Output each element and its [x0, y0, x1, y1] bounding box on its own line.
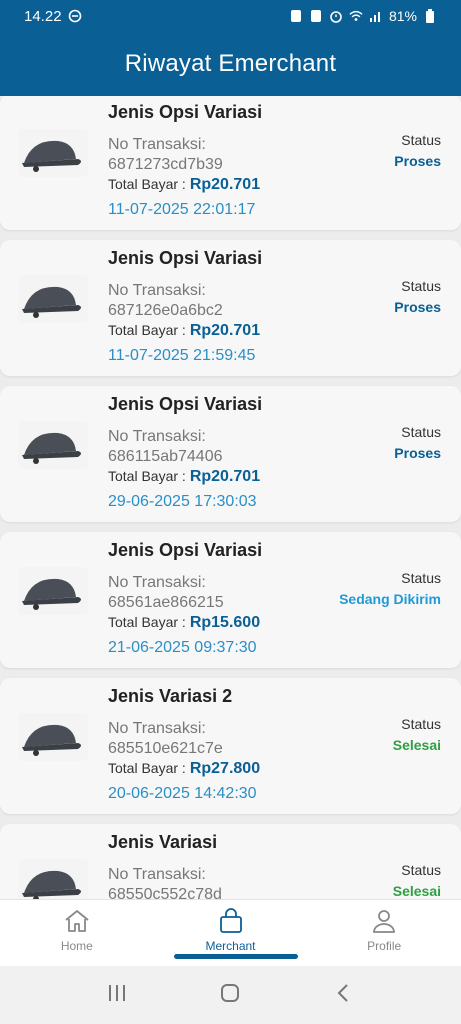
- shopping-bag-icon: [217, 908, 245, 937]
- transaction-card[interactable]: Jenis Opsi Variasi No Transaksi: 686115a…: [0, 386, 461, 522]
- transaction-date: 20-06-2025 14:42:30: [108, 785, 257, 802]
- trx-label: No Transaksi:: [108, 720, 206, 737]
- app-icon: [309, 9, 323, 23]
- total-row: Total Bayar : Rp27.800: [108, 760, 260, 778]
- total-label: Total Bayar :: [108, 614, 186, 630]
- transaction-card[interactable]: Jenis Opsi Variasi No Transaksi: 68561ae…: [0, 532, 461, 668]
- active-tab-indicator: [173, 954, 298, 959]
- page-title: Riwayat Emerchant: [124, 50, 337, 77]
- total-label: Total Bayar :: [108, 322, 186, 338]
- product-thumbnail: [18, 567, 88, 615]
- nav-merchant[interactable]: Merchant: [154, 900, 308, 966]
- back-icon[interactable]: [333, 982, 355, 1009]
- status-label: Status: [401, 278, 441, 294]
- trx-id: 687126e0a6bc2: [108, 302, 223, 319]
- status-label: Status: [401, 132, 441, 148]
- battery-icon: [423, 9, 437, 23]
- wifi-icon: [349, 9, 363, 23]
- product-thumbnail: [18, 859, 88, 899]
- status-label: Status: [401, 424, 441, 440]
- app-header: Riwayat Emerchant: [0, 32, 461, 96]
- battery-percent: 81%: [388, 8, 417, 24]
- trx-label: No Transaksi:: [108, 866, 206, 883]
- trx-label: No Transaksi:: [108, 428, 206, 445]
- total-row: Total Bayar : Rp15.600: [108, 614, 260, 632]
- status-label: Status: [401, 716, 441, 732]
- trx-id: 686115ab74406: [108, 448, 223, 465]
- alarm-icon: [329, 9, 343, 23]
- trx-label: No Transaksi:: [108, 282, 206, 299]
- total-label: Total Bayar :: [108, 176, 186, 192]
- status-value: Proses: [394, 445, 441, 461]
- total-amount: Rp15.600: [189, 614, 261, 631]
- total-amount: Rp20.701: [189, 176, 261, 193]
- transaction-date: 21-06-2025 09:37:30: [108, 639, 257, 656]
- nav-profile[interactable]: Profile: [307, 900, 461, 966]
- product-title: Jenis Variasi: [108, 832, 218, 852]
- product-thumbnail: [18, 275, 88, 323]
- trx-id: 68550c552c78d: [108, 886, 222, 899]
- total-row: Total Bayar : Rp20.701: [108, 468, 260, 486]
- status-bar: 14.22 81%: [0, 0, 461, 32]
- total-label: Total Bayar :: [108, 760, 186, 776]
- recent-apps-icon[interactable]: [106, 982, 128, 1009]
- bottom-navigation: Home Merchant Profile: [0, 899, 461, 966]
- minus-circle-icon: [68, 9, 82, 23]
- user-icon: [370, 908, 398, 937]
- nav-home[interactable]: Home: [0, 900, 154, 966]
- product-title: Jenis Opsi Variasi: [108, 394, 263, 414]
- transaction-list[interactable]: Jenis Opsi Variasi No Transaksi: 6871273…: [0, 96, 461, 899]
- transaction-card[interactable]: Jenis Opsi Variasi No Transaksi: 687126e…: [0, 240, 461, 376]
- product-title: Jenis Opsi Variasi: [108, 102, 263, 122]
- product-title: Jenis Variasi 2: [108, 686, 233, 706]
- status-label: Status: [401, 570, 441, 586]
- product-title: Jenis Opsi Variasi: [108, 248, 263, 268]
- transaction-date: 29-06-2025 17:30:03: [108, 493, 257, 510]
- signal-icon: [369, 9, 383, 23]
- transaction-date: 11-07-2025 21:59:45: [108, 347, 256, 364]
- trx-id: 685510e621c7e: [108, 740, 223, 757]
- total-amount: Rp20.701: [189, 322, 261, 339]
- total-amount: Rp27.800: [189, 760, 261, 777]
- system-navigation-bar: [0, 966, 461, 1024]
- nav-merchant-label: Merchant: [205, 939, 256, 953]
- total-amount: Rp20.701: [189, 468, 261, 485]
- home-icon: [63, 908, 91, 937]
- status-label: Status: [401, 862, 441, 878]
- status-value: Sedang Dikirim: [339, 591, 441, 607]
- status-value: Proses: [394, 299, 441, 315]
- status-value: Proses: [394, 153, 441, 169]
- home-circle-icon[interactable]: [219, 982, 241, 1009]
- total-label: Total Bayar :: [108, 468, 186, 484]
- product-thumbnail: [18, 713, 88, 761]
- transaction-card[interactable]: Jenis Variasi No Transaksi: 68550c552c78…: [0, 824, 461, 899]
- product-thumbnail: [18, 421, 88, 469]
- status-value: Selesai: [392, 737, 441, 753]
- transaction-card[interactable]: Jenis Opsi Variasi No Transaksi: 6871273…: [0, 96, 461, 230]
- transaction-date: 11-07-2025 22:01:17: [108, 201, 256, 218]
- nav-profile-label: Profile: [367, 939, 402, 953]
- status-value: Selesai: [392, 883, 441, 899]
- total-row: Total Bayar : Rp20.701: [108, 176, 260, 194]
- trx-id: 68561ae866215: [108, 594, 224, 611]
- total-row: Total Bayar : Rp20.701: [108, 322, 260, 340]
- trx-id: 6871273cd7b39: [108, 156, 223, 173]
- notification-icon: [289, 9, 303, 23]
- trx-label: No Transaksi:: [108, 574, 206, 591]
- product-title: Jenis Opsi Variasi: [108, 540, 263, 560]
- product-thumbnail: [18, 129, 88, 177]
- transaction-card[interactable]: Jenis Variasi 2 No Transaksi: 685510e621…: [0, 678, 461, 814]
- trx-label: No Transaksi:: [108, 136, 206, 153]
- clock: 14.22: [24, 7, 62, 25]
- nav-home-label: Home: [60, 939, 93, 953]
